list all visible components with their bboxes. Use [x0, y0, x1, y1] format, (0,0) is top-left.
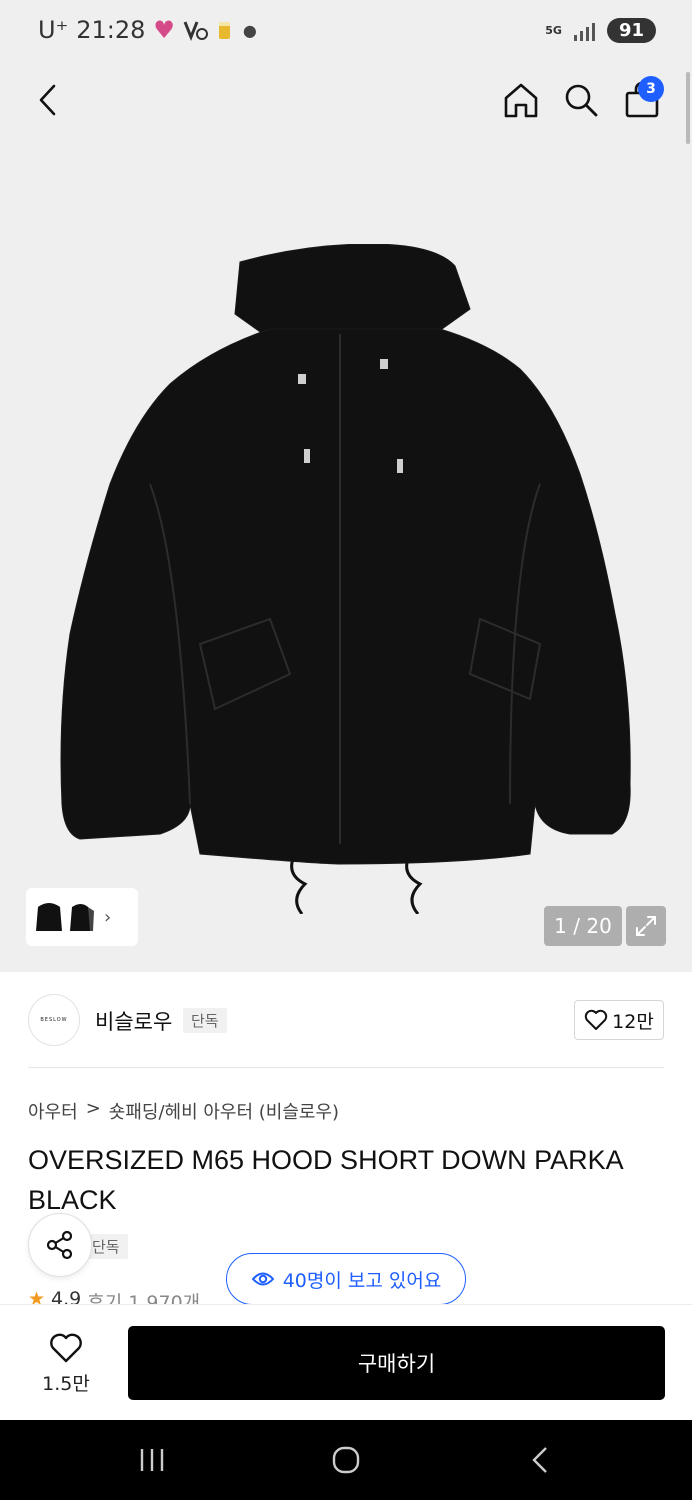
- buy-button[interactable]: 구매하기: [128, 1326, 665, 1400]
- status-right: 5G 91: [545, 18, 656, 43]
- breadcrumb-separator: >: [85, 1098, 101, 1119]
- breadcrumb-subcategory[interactable]: 숏패딩/헤비 아우터 (비슬로우): [109, 1098, 339, 1124]
- home-icon: [504, 83, 538, 118]
- wishlist-count: 1.5만: [42, 1372, 90, 1395]
- expand-button[interactable]: [626, 906, 666, 946]
- brand-logo[interactable]: BESLOW: [28, 994, 80, 1046]
- product-title: OVERSIZED M65 HOOD SHORT DOWN PARKA BLAC…: [28, 1145, 623, 1215]
- back-button[interactable]: [28, 78, 68, 122]
- rating-row[interactable]: ★ 4.9 후기 1,970개: [28, 1288, 200, 1304]
- breadcrumb-category[interactable]: 아우터: [28, 1098, 78, 1124]
- divider: [28, 1067, 664, 1068]
- eye-icon: [251, 1272, 275, 1286]
- heart-outline-icon: [584, 1009, 608, 1030]
- chevron-left-icon: [39, 84, 56, 116]
- status-left: U⁺ 21:28 ♥ ●: [38, 16, 257, 44]
- search-button[interactable]: [560, 78, 602, 122]
- viewers-indicator: 40명이 보고 있어요: [226, 1253, 466, 1305]
- search-icon: [565, 84, 598, 117]
- wishlist-button[interactable]: 1.5만: [30, 1329, 102, 1399]
- brand-exclusive-tag: 단독: [183, 1008, 227, 1033]
- brand-like-button[interactable]: 12만: [574, 1000, 664, 1040]
- chevron-left-icon: [532, 1447, 547, 1473]
- thumbnail-front[interactable]: [34, 897, 64, 937]
- share-button[interactable]: [28, 1213, 92, 1277]
- carrier-label: U⁺: [38, 16, 69, 44]
- product-gallery[interactable]: 3 › 1 / 20: [0, 64, 692, 972]
- image-counter: 1 / 20: [544, 906, 622, 946]
- more-notifications-icon: ●: [242, 20, 257, 40]
- home-button[interactable]: [500, 78, 542, 122]
- thumbnail-side[interactable]: [66, 897, 96, 937]
- brand-name[interactable]: 비슬로우: [95, 1006, 172, 1036]
- thumbnail-more-icon[interactable]: ›: [104, 907, 111, 928]
- status-bar: U⁺ 21:28 ♥ ● 5G 91: [0, 0, 692, 64]
- signal-icon: [573, 21, 595, 41]
- system-navigation-bar: [0, 1420, 692, 1500]
- app-notification-icon: [183, 19, 209, 41]
- clock: 21:28: [76, 16, 146, 44]
- product-image[interactable]: [40, 244, 652, 914]
- purchase-bar: 1.5만 구매하기: [0, 1304, 692, 1420]
- beer-icon: [217, 19, 235, 41]
- review-count[interactable]: 후기 1,970개: [87, 1288, 200, 1304]
- expand-icon: [636, 916, 656, 936]
- back-nav-button[interactable]: [510, 1438, 570, 1482]
- share-icon: [46, 1230, 73, 1260]
- network-icon: 5G: [545, 24, 562, 37]
- recent-apps-icon: [140, 1449, 164, 1471]
- breadcrumb: 아우터 > 숏패딩/헤비 아우터 (비슬로우): [28, 1098, 339, 1124]
- battery-indicator: 91: [606, 18, 656, 43]
- viewers-text: 40명이 보고 있어요: [282, 1269, 442, 1292]
- recent-apps-button[interactable]: [122, 1438, 182, 1482]
- top-navigation: 3: [0, 64, 692, 144]
- scrollbar-thumb[interactable]: [686, 72, 690, 144]
- brand-row: BESLOW 비슬로우 단독 12만: [0, 972, 692, 1068]
- rating-value: 4.9: [51, 1288, 82, 1304]
- star-icon: ★: [28, 1288, 46, 1304]
- home-nav-button[interactable]: [316, 1438, 376, 1482]
- thumbnail-strip[interactable]: ›: [26, 888, 138, 946]
- heart-outline-icon: [50, 1333, 82, 1362]
- home-circle-icon: [332, 1446, 360, 1474]
- brand-like-count: 12만: [612, 1010, 654, 1033]
- heart-notification-icon: ♥: [153, 16, 175, 44]
- cart-count-badge: 3: [638, 76, 664, 102]
